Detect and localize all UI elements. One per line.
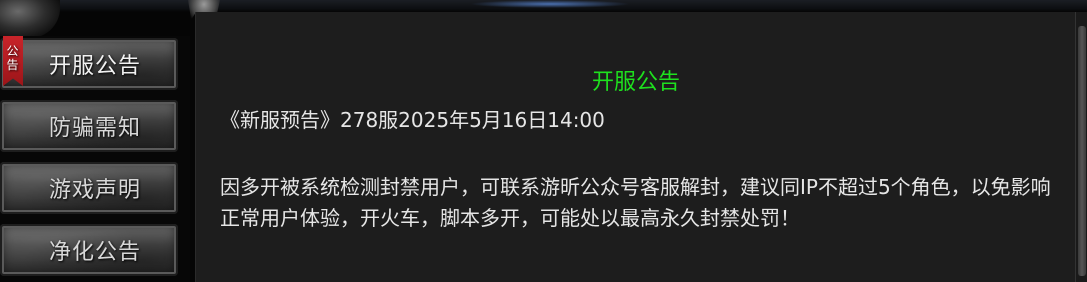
dragon-ornament-icon — [0, 0, 60, 38]
new-server-preview-line: 《新服预告》278服2025年5月16日14:00 — [220, 108, 605, 132]
tab-label: 净化公告 — [48, 240, 141, 265]
announcement-content-panel: 开服公告 《新服预告》278服2025年5月16日14:00 因多开被系统检测封… — [195, 12, 1076, 282]
top-frame-border — [0, 0, 1087, 12]
notice-badge: 公 告 — [3, 36, 23, 86]
notice-badge-char-2: 告 — [6, 58, 20, 72]
tab-anti-fraud-notice[interactable]: 防骗需知 — [0, 100, 178, 152]
tab-server-opening-notice[interactable]: 公 告 开服公告 — [0, 36, 178, 90]
tab-purification-notice[interactable]: 净化公告 — [0, 224, 178, 276]
tab-game-statement[interactable]: 游戏声明 — [0, 162, 178, 214]
scrollbar-thumb[interactable] — [1078, 26, 1086, 276]
notice-badge-char-1: 公 — [6, 44, 20, 58]
announcement-sidebar: 公 告 开服公告 防骗需知 游戏声明 净化公告 — [0, 36, 190, 282]
tab-label: 防骗需知 — [48, 116, 141, 141]
announcement-body: 因多开被系统检测封禁用户，可联系游昕公众号客服解封，建议同IP不超过5个角色，以… — [220, 175, 1051, 230]
announcement-title: 开服公告 — [591, 70, 680, 95]
content-scrollbar[interactable] — [1075, 12, 1087, 282]
frame-glow — [470, 0, 630, 8]
tab-label: 游戏声明 — [48, 178, 141, 203]
tab-label: 开服公告 — [48, 54, 141, 79]
